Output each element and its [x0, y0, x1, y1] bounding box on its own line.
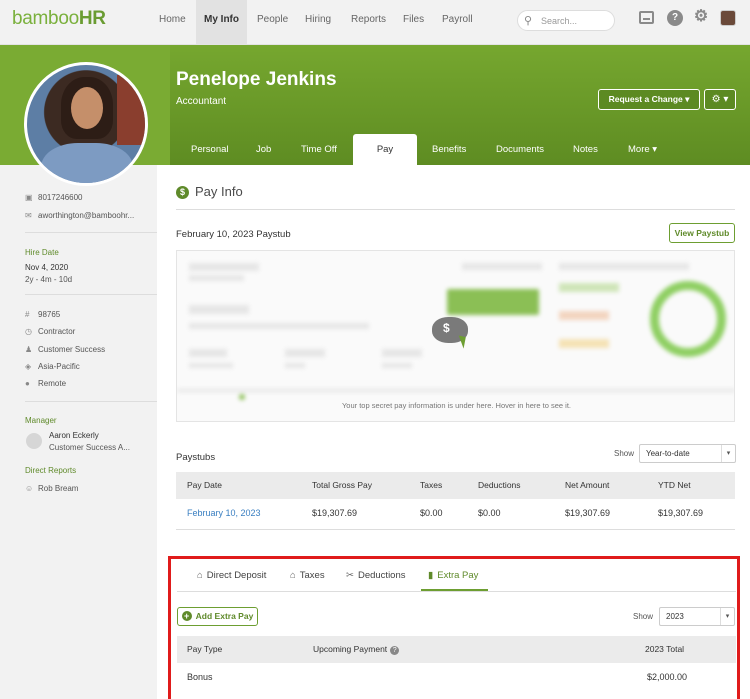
chevron-down-icon: ▾	[721, 445, 735, 462]
people-icon: ♟	[25, 345, 33, 354]
col-ytd-net[interactable]: YTD Net	[658, 472, 691, 499]
help-icon[interactable]: ?	[667, 10, 683, 26]
hash-icon: #	[25, 310, 30, 319]
secret-pay-message: Your top secret pay information is under…	[341, 401, 571, 410]
cursor-icon	[458, 333, 470, 349]
manager-label: Manager	[25, 416, 57, 425]
ytd-net-value: $19,307.69	[658, 508, 704, 518]
section-title: Pay Info	[195, 184, 243, 199]
email-icon: ✉	[25, 211, 32, 220]
region: ◈ Asia-Pacific	[25, 362, 80, 371]
col-pay-date[interactable]: Pay Date	[187, 472, 222, 499]
paystubs-title: Paystubs	[176, 452, 216, 463]
search-icon: ⚲	[524, 15, 533, 27]
profile-settings-button[interactable]: ⚙ ▾	[704, 89, 736, 110]
highlight-box	[168, 556, 740, 699]
user-circle-icon: ☺	[25, 484, 34, 493]
sidebar-phone[interactable]: ▣ 8017246600	[25, 193, 83, 202]
profile-photo	[24, 62, 148, 186]
deductions-value: $0.00	[478, 508, 501, 518]
paystubs-table-header: Pay Date Total Gross Pay Taxes Deduction…	[176, 472, 735, 499]
nav-people[interactable]: People	[257, 0, 288, 44]
nav-reports[interactable]: Reports	[351, 0, 386, 44]
manager-name[interactable]: Aaron Eckerly	[49, 431, 99, 440]
manager-avatar[interactable]	[26, 433, 42, 449]
bamboohr-logo[interactable]: bambooHR	[12, 8, 106, 30]
clock-icon: ◷	[25, 327, 32, 336]
location: ● Remote	[25, 379, 67, 388]
sidebar-email[interactable]: ✉ aworthington@bamboohr...	[25, 211, 134, 220]
top-navigation: bambooHR Home My Info People Hiring Repo…	[0, 0, 750, 45]
paystub-title: February 10, 2023 Paystub	[176, 229, 291, 240]
gross-pay-value: $19,307.69	[312, 508, 358, 518]
globe-icon: ◈	[25, 362, 32, 371]
department: ♟ Customer Success	[25, 345, 106, 354]
search-input[interactable]: ⚲ Search...	[517, 10, 615, 31]
tab-more[interactable]: More ▾	[628, 134, 657, 165]
hire-date: Nov 4, 2020	[25, 263, 69, 272]
dollar-icon: $	[176, 186, 189, 199]
paystubs-show-label: Show	[614, 449, 635, 458]
col-taxes[interactable]: Taxes	[420, 472, 442, 499]
tab-time-off[interactable]: Time Off	[301, 134, 337, 165]
gear-icon: ⚙	[711, 94, 721, 105]
blurred-paystub-preview[interactable]: $ Your top secret pay information is und…	[176, 250, 735, 422]
user-avatar[interactable]	[720, 10, 736, 26]
settings-gear-icon[interactable]: ⚙	[693, 9, 709, 26]
direct-report[interactable]: ☺ Rob Bream	[25, 484, 78, 493]
col-net-amount[interactable]: Net Amount	[565, 472, 609, 499]
employee-title: Accountant	[176, 96, 227, 107]
request-change-button[interactable]: Request a Change ▾	[598, 89, 700, 110]
view-paystub-button[interactable]: View Paystub	[669, 223, 735, 243]
hire-date-label: Hire Date	[25, 248, 59, 257]
nav-home[interactable]: Home	[159, 0, 186, 44]
taxes-value: $0.00	[420, 508, 443, 518]
tab-benefits[interactable]: Benefits	[432, 134, 466, 165]
nav-my-info[interactable]: My Info	[196, 0, 247, 44]
employee-number: #98765	[25, 310, 61, 319]
col-total-gross-pay[interactable]: Total Gross Pay	[312, 472, 372, 499]
net-amount-value: $19,307.69	[565, 508, 611, 518]
employee-name: Penelope Jenkins	[176, 69, 337, 90]
manager-title: Customer Success A...	[49, 443, 130, 452]
tab-notes[interactable]: Notes	[573, 134, 598, 165]
phone-icon: ▣	[25, 193, 33, 202]
paystubs-period-select[interactable]: Year-to-date ▾	[639, 444, 736, 463]
tab-documents[interactable]: Documents	[496, 134, 544, 165]
location-pin-icon: ●	[25, 379, 30, 388]
tenure: 2y - 4m - 10d	[25, 275, 73, 284]
nav-hiring[interactable]: Hiring	[305, 0, 331, 44]
inbox-icon[interactable]	[639, 11, 654, 24]
paystub-date-link[interactable]: February 10, 2023	[187, 508, 261, 518]
employment-type: ◷ Contractor	[25, 327, 76, 336]
nav-payroll[interactable]: Payroll	[442, 0, 473, 44]
nav-files[interactable]: Files	[403, 0, 424, 44]
profile-sidebar: ▣ 8017246600 ✉ aworthington@bamboohr... Hi…	[13, 165, 157, 699]
tab-personal[interactable]: Personal	[191, 134, 229, 165]
tab-pay-info[interactable]: Pay Info	[353, 134, 417, 186]
col-deductions[interactable]: Deductions	[478, 472, 521, 499]
tab-job[interactable]: Job	[256, 134, 271, 165]
direct-reports-label: Direct Reports	[25, 466, 77, 475]
